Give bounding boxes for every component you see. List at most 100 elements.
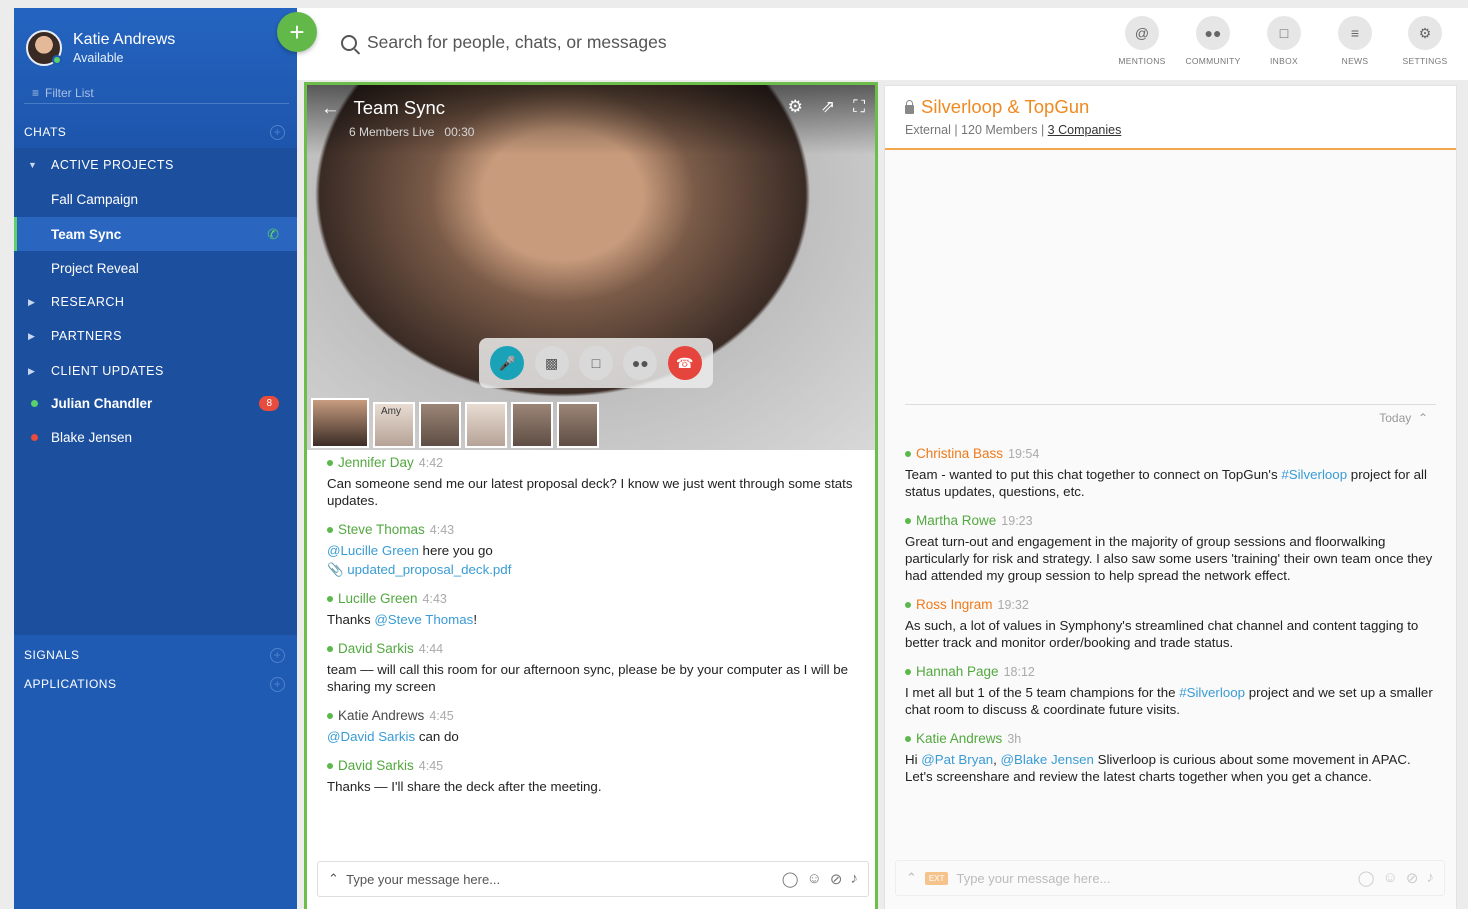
message-author[interactable]: Steve Thomas bbox=[338, 522, 425, 537]
nav-news[interactable]: ≡ NEWS bbox=[1319, 16, 1391, 66]
music-note-icon[interactable]: ♪ bbox=[851, 870, 859, 888]
message-author[interactable]: Jennifer Day bbox=[338, 455, 414, 470]
search-placeholder: Search for people, chats, or messages bbox=[367, 32, 667, 52]
add-chat-icon[interactable]: + bbox=[270, 124, 285, 140]
message-input[interactable]: ⌃ Type your message here... ◯ ☺ ⊘ ♪ bbox=[317, 861, 869, 897]
search-input[interactable]: Search for people, chats, or messages bbox=[341, 32, 667, 53]
participant-thumbnail[interactable] bbox=[557, 402, 599, 448]
sidebar-item-label: Fall Campaign bbox=[51, 191, 139, 207]
community-icon: ●● bbox=[1196, 16, 1230, 50]
nav-community[interactable]: ●● COMMUNITY bbox=[1177, 16, 1249, 66]
participant-thumbnail[interactable] bbox=[419, 402, 461, 448]
screenshare-button[interactable]: □ bbox=[578, 346, 613, 380]
members-live: 6 Members Live bbox=[349, 125, 435, 139]
add-application-icon[interactable]: + bbox=[270, 676, 285, 692]
filter-list[interactable]: ≡ Filter List bbox=[32, 86, 94, 100]
mention-link[interactable]: @Lucille Green bbox=[327, 543, 419, 558]
tag-icon[interactable]: ◯ bbox=[1358, 869, 1375, 887]
gear-icon[interactable]: ⚙ bbox=[788, 97, 803, 117]
profile-status[interactable]: Available bbox=[73, 51, 175, 65]
message-text: Can someone send me our latest proposal … bbox=[327, 476, 853, 508]
message-fragment: Thanks bbox=[327, 612, 375, 627]
top-bar: Search for people, chats, or messages @ … bbox=[297, 8, 1468, 80]
nav-inbox[interactable]: □ INBOX bbox=[1248, 16, 1320, 66]
message-input[interactable]: ⌃ EXT Type your message here... ◯ ☺ ⊘ ♪ bbox=[895, 860, 1445, 896]
message-author[interactable]: David Sarkis bbox=[338, 641, 414, 656]
participant-thumbnail[interactable]: Amy bbox=[373, 402, 415, 448]
participants-button[interactable]: ●● bbox=[623, 346, 658, 380]
sidebar-item-client-updates[interactable]: ▶ CLIENT UPDATES bbox=[14, 354, 297, 388]
hashtag-link[interactable]: #Silverloop bbox=[1281, 467, 1347, 482]
mention-link[interactable]: @David Sarkis bbox=[327, 729, 415, 744]
video-subtitle: 6 Members Live 00:30 bbox=[349, 125, 474, 139]
compose-placeholder: Type your message here... bbox=[346, 871, 501, 887]
message-text: I met all but 1 of the 5 team champions … bbox=[905, 684, 1436, 718]
sidebar-item-label: Blake Jensen bbox=[51, 429, 133, 445]
mention-link[interactable]: @Pat Bryan bbox=[921, 752, 993, 767]
music-note-icon[interactable]: ♪ bbox=[1427, 869, 1435, 887]
nav-mentions[interactable]: @ MENTIONS bbox=[1106, 16, 1178, 66]
companies-link[interactable]: 3 Companies bbox=[1048, 123, 1122, 137]
message-list: Christina Bass 19:54 Team - wanted to put… bbox=[885, 446, 1456, 798]
sidebar: Katie Andrews Available ≡ Filter List CH… bbox=[14, 8, 297, 909]
sidebar-item-label: Julian Chandler bbox=[51, 395, 153, 411]
chevron-up-icon[interactable]: ⌃ bbox=[906, 870, 917, 886]
fullscreen-icon[interactable]: ⛶ bbox=[853, 97, 865, 117]
phone-icon[interactable]: ✆ bbox=[267, 226, 279, 243]
call-controls: 🎤 ▩ □ ●● ☎ bbox=[479, 338, 713, 388]
message-author[interactable]: Ross Ingram bbox=[916, 597, 993, 612]
sidebar-item-fall-campaign[interactable]: Fall Campaign bbox=[14, 182, 297, 216]
sidebar-item-partners[interactable]: ▶ PARTNERS bbox=[14, 319, 297, 353]
nav-label: NEWS bbox=[1341, 56, 1369, 66]
message-author[interactable]: Christina Bass bbox=[916, 446, 1003, 461]
message-author[interactable]: Hannah Page bbox=[916, 664, 999, 679]
applications-header[interactable]: APPLICATIONS + bbox=[14, 670, 297, 698]
camera-off-button[interactable]: ▩ bbox=[534, 346, 569, 380]
message-author[interactable]: David Sarkis bbox=[338, 758, 414, 773]
sidebar-item-team-sync[interactable]: Team Sync ✆ bbox=[14, 217, 297, 251]
avatar[interactable] bbox=[26, 30, 62, 66]
back-arrow-icon[interactable]: ← bbox=[321, 97, 340, 119]
block-icon[interactable]: ⊘ bbox=[1406, 869, 1419, 887]
mention-link[interactable]: @Steve Thomas bbox=[374, 612, 473, 627]
hashtag-link[interactable]: #Silverloop bbox=[1179, 685, 1245, 700]
sidebar-item-julian-chandler[interactable]: Julian Chandler 8 bbox=[14, 386, 297, 420]
end-call-button[interactable]: ☎ bbox=[667, 346, 702, 380]
sidebar-item-project-reveal[interactable]: Project Reveal bbox=[14, 251, 297, 285]
chat-list: ▼ ACTIVE PROJECTS Fall Campaign Team Syn… bbox=[14, 148, 297, 635]
tag-icon[interactable]: ◯ bbox=[782, 870, 799, 888]
nav-settings[interactable]: ⚙ SETTINGS bbox=[1389, 16, 1461, 66]
message-author[interactable]: Martha Rowe bbox=[916, 513, 996, 528]
chevron-up-icon[interactable]: ⌃ bbox=[1418, 411, 1428, 425]
room-title[interactable]: Silverloop & TopGun bbox=[921, 96, 1089, 118]
message: Lucille Green 4:43 Thanks @Steve Thomas! bbox=[327, 591, 855, 628]
attachment-link[interactable]: 📎 updated_proposal_deck.pdf bbox=[327, 562, 855, 578]
message-author[interactable]: Lucille Green bbox=[338, 591, 418, 606]
message-author[interactable]: Katie Andrews bbox=[916, 731, 1002, 746]
block-icon[interactable]: ⊘ bbox=[830, 870, 843, 888]
popout-icon[interactable]: ⇗ bbox=[821, 97, 835, 117]
video-call: ← Team Sync 6 Members Live 00:30 ⚙ ⇗ ⛶ 🎤… bbox=[307, 85, 875, 450]
sidebar-item-research[interactable]: ▶ RESEARCH bbox=[14, 285, 297, 319]
message: David Sarkis 4:44 team — will call this r… bbox=[327, 641, 855, 695]
profile[interactable]: Katie Andrews Available bbox=[26, 30, 175, 66]
participant-thumbnail[interactable] bbox=[511, 402, 553, 448]
emoji-icon[interactable]: ☺ bbox=[807, 870, 822, 888]
sidebar-item-blake-jensen[interactable]: Blake Jensen bbox=[14, 420, 297, 454]
message-fragment: here you go bbox=[418, 543, 493, 558]
mic-button[interactable]: 🎤 bbox=[490, 346, 525, 380]
add-signal-icon[interactable]: + bbox=[270, 647, 285, 663]
message-author[interactable]: Katie Andrews bbox=[338, 708, 424, 723]
message-fragment: can do bbox=[415, 729, 459, 744]
sidebar-item-active-projects[interactable]: ▼ ACTIVE PROJECTS bbox=[14, 148, 297, 182]
chevron-up-icon[interactable]: ⌃ bbox=[328, 871, 339, 887]
participant-thumbnail[interactable] bbox=[465, 402, 507, 448]
new-chat-button[interactable]: + bbox=[277, 12, 317, 52]
signals-header[interactable]: SIGNALS + bbox=[14, 641, 297, 669]
mention-link[interactable]: @Blake Jensen bbox=[1001, 752, 1094, 767]
chats-header[interactable]: CHATS + bbox=[14, 118, 297, 146]
participant-thumbnail[interactable] bbox=[311, 398, 369, 448]
message-text: Hi @Pat Bryan, @Blake Jensen Sliverloop … bbox=[905, 751, 1436, 785]
room-header: Silverloop & TopGun External | 120 Membe… bbox=[885, 86, 1456, 150]
emoji-icon[interactable]: ☺ bbox=[1383, 869, 1398, 887]
